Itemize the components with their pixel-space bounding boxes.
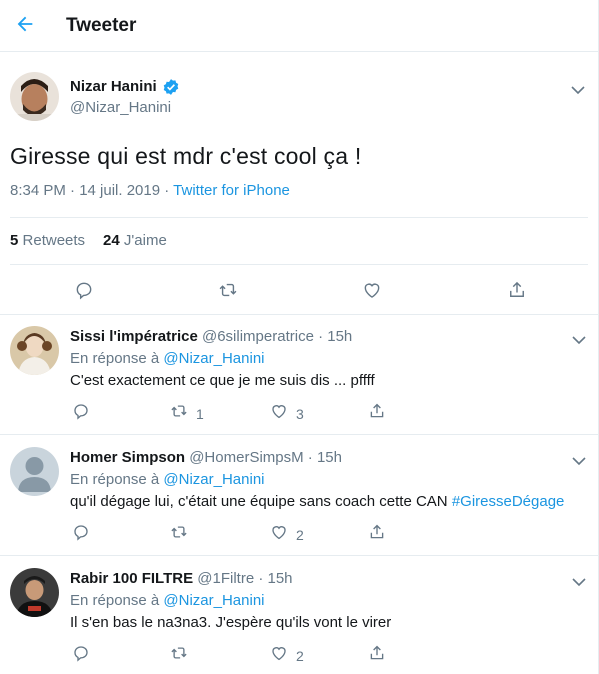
- reply-text-body: qu'il dégage lui, c'était une équipe san…: [70, 493, 452, 510]
- in-reply-to: En réponse à @Nizar_Hanini: [70, 350, 265, 367]
- like-icon: [270, 644, 288, 667]
- like-button[interactable]: 2: [270, 523, 304, 546]
- mention-link[interactable]: @Nizar_Hanini: [163, 592, 264, 609]
- reply-icon: [72, 402, 90, 425]
- in-reply-to: En réponse à @Nizar_Hanini: [70, 471, 265, 488]
- retweet-icon: [170, 402, 188, 425]
- retweet-button[interactable]: [218, 280, 238, 305]
- retweets-label: Retweets: [22, 232, 86, 249]
- reply-author-handle[interactable]: @HomerSimpsM · 15h: [189, 449, 342, 466]
- reply-actions: 1 3: [0, 402, 599, 424]
- likes-count: 24: [103, 232, 120, 249]
- share-icon: [368, 402, 386, 425]
- reply-text: C'est exactement ce que je me suis dis .…: [70, 372, 375, 389]
- tweet-actions: [0, 278, 599, 304]
- in-reply-to-label: En réponse à: [70, 471, 164, 488]
- divider: [10, 217, 588, 218]
- retweets-count: 5: [10, 232, 19, 249]
- tweet-menu-button[interactable]: [571, 82, 585, 95]
- reply-button[interactable]: [72, 402, 90, 425]
- reply-header: Sissi l'impératrice @6silimperatrice · 1…: [70, 328, 352, 345]
- chevron-down-icon: [571, 82, 585, 99]
- reply-menu-button[interactable]: [572, 453, 586, 466]
- in-reply-to-label: En réponse à: [70, 592, 164, 609]
- author-handle[interactable]: @Nizar_Hanini: [70, 99, 171, 116]
- share-button[interactable]: [507, 280, 527, 305]
- reply-icon: [72, 523, 90, 546]
- reply-text: Il s'en bas le na3na3. J'espère qu'ils v…: [70, 614, 392, 631]
- reply-tweet[interactable]: Homer Simpson @HomerSimpsM · 15h En répo…: [0, 436, 599, 556]
- share-button[interactable]: [368, 644, 386, 667]
- chevron-down-icon: [572, 332, 586, 349]
- avatar[interactable]: [10, 447, 59, 496]
- retweet-icon: [170, 644, 188, 667]
- avatar[interactable]: [10, 568, 59, 617]
- reply-actions: 2: [0, 644, 599, 666]
- reply-menu-button[interactable]: [572, 332, 586, 345]
- likes-label: J'aime: [123, 232, 167, 249]
- in-reply-to-label: En réponse à: [70, 350, 164, 367]
- tweet-timestamp[interactable]: 8:34 PM · 14 juil. 2019 ·: [10, 182, 173, 199]
- reply-text: qu'il dégage lui, c'était une équipe san…: [70, 493, 564, 510]
- share-icon: [368, 523, 386, 546]
- like-button[interactable]: 3: [270, 402, 304, 425]
- like-count: 2: [296, 647, 304, 664]
- like-icon: [270, 523, 288, 546]
- retweets-stat[interactable]: 5 Retweets: [10, 232, 85, 249]
- share-icon: [368, 644, 386, 667]
- reply-header: Homer Simpson @HomerSimpsM · 15h: [70, 449, 342, 466]
- reply-actions: 2: [0, 523, 599, 545]
- reply-author-handle[interactable]: @1Filtre · 15h: [197, 570, 292, 587]
- share-button[interactable]: [368, 402, 386, 425]
- back-arrow-icon: [14, 16, 36, 39]
- reply-icon: [74, 280, 94, 305]
- tweet-page: Tweeter Nizar Hanini @Nizar_Hanini Gires…: [0, 0, 599, 674]
- avatar[interactable]: [10, 326, 59, 375]
- reply-button[interactable]: [74, 280, 94, 305]
- avatar[interactable]: [10, 72, 59, 121]
- back-button[interactable]: [14, 13, 40, 39]
- divider: [10, 264, 588, 265]
- like-icon: [362, 280, 382, 305]
- retweet-button[interactable]: 1: [170, 402, 204, 425]
- page-header: Tweeter: [0, 0, 599, 52]
- reply-tweet[interactable]: Rabir 100 FILTRE @1Filtre · 15h En répon…: [0, 557, 599, 674]
- retweet-icon: [218, 280, 238, 305]
- tweet-text: Giresse qui est mdr c'est cool ça !: [10, 143, 362, 169]
- page-title: Tweeter: [66, 15, 137, 36]
- retweet-button[interactable]: [170, 644, 196, 667]
- reply-author-name[interactable]: Homer Simpson: [70, 449, 185, 466]
- verified-badge-icon: [162, 78, 180, 96]
- author-name[interactable]: Nizar Hanini: [70, 78, 157, 95]
- tweet-stats: 5 Retweets 24 J'aime: [10, 232, 167, 249]
- like-icon: [270, 402, 288, 425]
- reply-author-handle[interactable]: @6silimperatrice · 15h: [202, 328, 352, 345]
- like-button[interactable]: [362, 280, 382, 305]
- reply-menu-button[interactable]: [572, 574, 586, 587]
- retweet-count: 1: [196, 405, 204, 422]
- likes-stat[interactable]: 24 J'aime: [103, 232, 167, 249]
- like-count: 2: [296, 526, 304, 543]
- in-reply-to: En réponse à @Nizar_Hanini: [70, 592, 265, 609]
- like-button[interactable]: 2: [270, 644, 304, 667]
- share-icon: [507, 280, 527, 305]
- retweet-icon: [170, 523, 188, 546]
- mention-link[interactable]: @Nizar_Hanini: [163, 471, 264, 488]
- reply-header: Rabir 100 FILTRE @1Filtre · 15h: [70, 570, 293, 587]
- chevron-down-icon: [572, 574, 586, 591]
- chevron-down-icon: [572, 453, 586, 470]
- reply-tweet[interactable]: Sissi l'impératrice @6silimperatrice · 1…: [0, 315, 599, 435]
- reply-button[interactable]: [72, 644, 90, 667]
- tweet-source-link[interactable]: Twitter for iPhone: [173, 182, 290, 199]
- hashtag-link[interactable]: #GiresseDégage: [452, 493, 565, 510]
- reply-author-name[interactable]: Rabir 100 FILTRE: [70, 570, 193, 587]
- reply-author-name[interactable]: Sissi l'impératrice: [70, 328, 198, 345]
- share-button[interactable]: [368, 523, 386, 546]
- tweet-meta: 8:34 PM · 14 juil. 2019 · Twitter for iP…: [10, 182, 290, 199]
- reply-icon: [72, 644, 90, 667]
- reply-button[interactable]: [72, 523, 90, 546]
- retweet-button[interactable]: [170, 523, 196, 546]
- like-count: 3: [296, 405, 304, 422]
- mention-link[interactable]: @Nizar_Hanini: [163, 350, 264, 367]
